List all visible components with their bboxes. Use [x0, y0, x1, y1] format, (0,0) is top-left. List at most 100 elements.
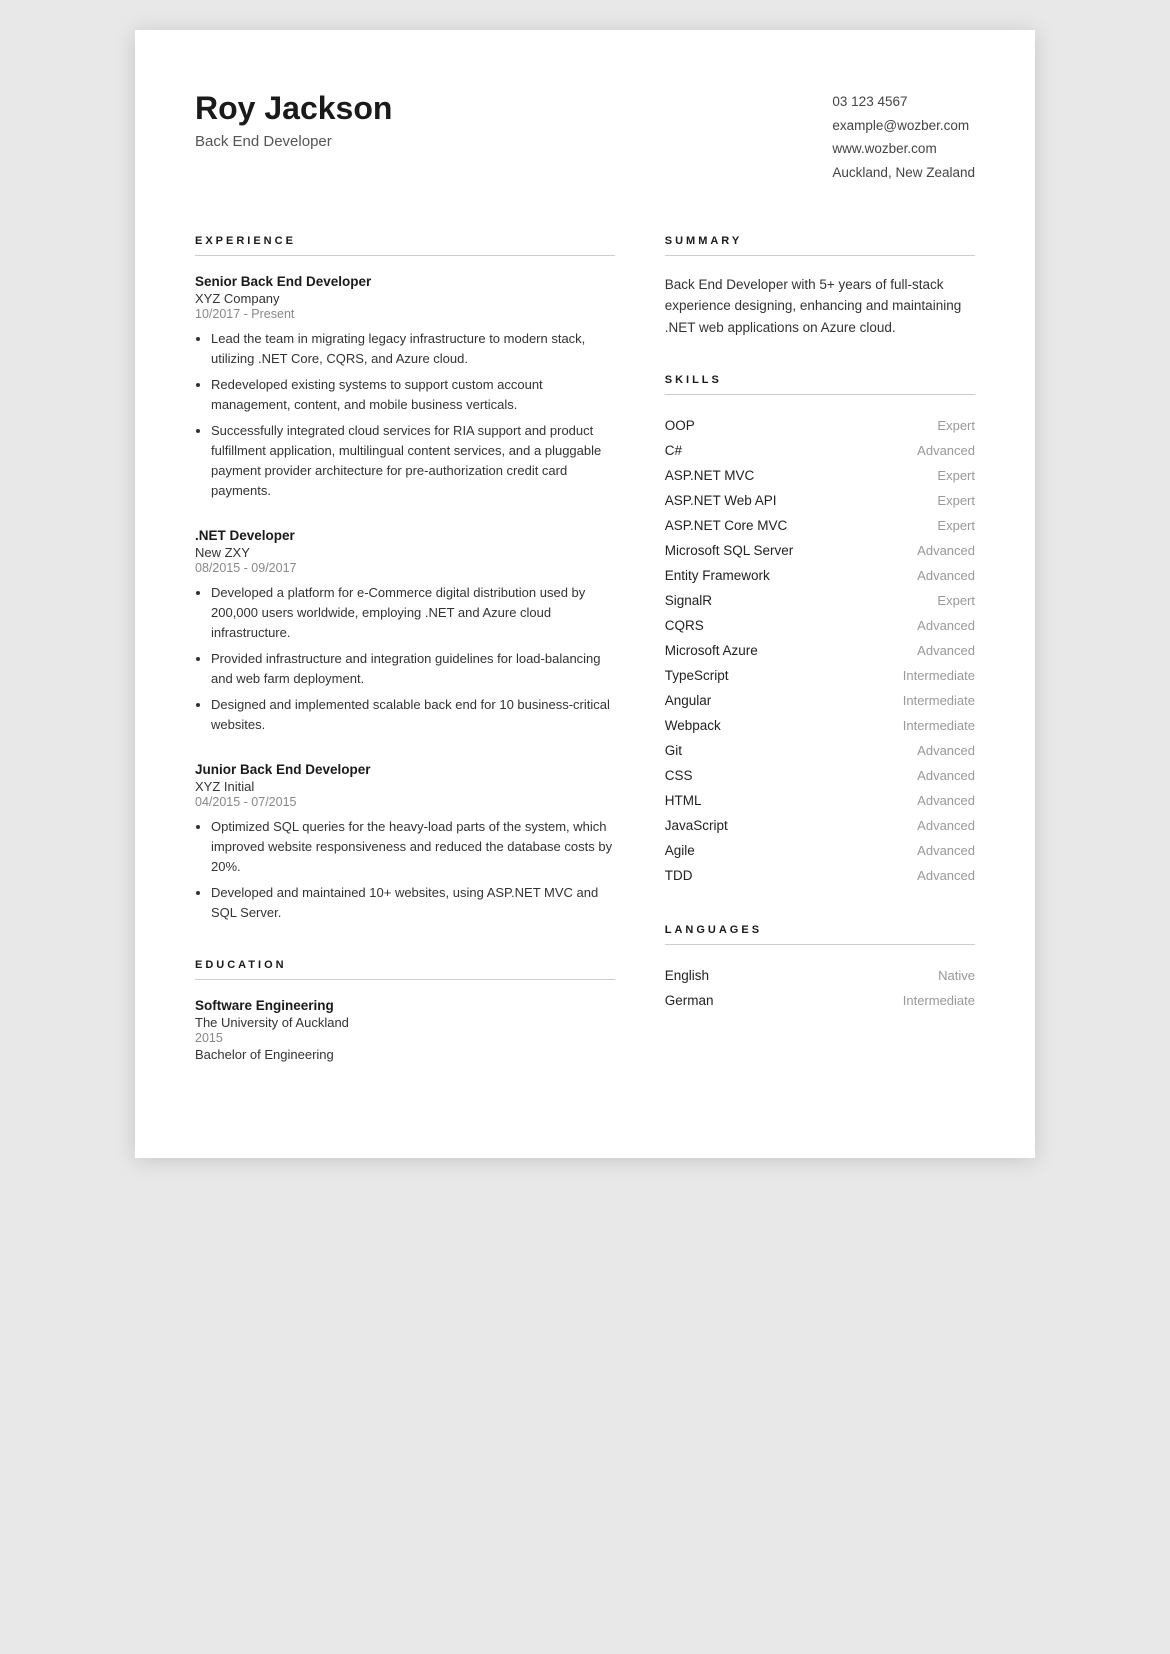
job-2: .NET Developer New ZXY 08/2015 - 09/2017…	[195, 528, 615, 736]
resume-header: Roy Jackson Back End Developer 03 123 45…	[195, 90, 975, 185]
skill-level-18: Advanced	[917, 868, 975, 883]
skill-name-2: ASP.NET MVC	[665, 468, 755, 483]
skill-name-15: HTML	[665, 793, 702, 808]
job-3-company: XYZ Initial	[195, 779, 615, 794]
job-2-bullet-3: Designed and implemented scalable back e…	[211, 695, 615, 735]
skill-level-0: Expert	[937, 418, 975, 433]
skill-row-2: ASP.NET MVC Expert	[665, 463, 975, 488]
skill-name-17: Agile	[665, 843, 695, 858]
job-1: Senior Back End Developer XYZ Company 10…	[195, 274, 615, 502]
skill-level-16: Advanced	[917, 818, 975, 833]
languages-section: LANGUAGES EnglishNativeGermanIntermediat…	[665, 924, 975, 1013]
candidate-name: Roy Jackson	[195, 90, 392, 127]
skills-divider	[665, 394, 975, 395]
job-2-bullets: Developed a platform for e-Commerce digi…	[195, 583, 615, 736]
languages-list: EnglishNativeGermanIntermediate	[665, 963, 975, 1013]
skill-row-9: Microsoft AzureAdvanced	[665, 638, 975, 663]
resume-document: Roy Jackson Back End Developer 03 123 45…	[135, 30, 1035, 1158]
job-3-dates: 04/2015 - 07/2015	[195, 795, 615, 809]
job-1-bullet-1: Lead the team in migrating legacy infras…	[211, 329, 615, 369]
skill-name-13: Git	[665, 743, 682, 758]
skill-name-18: TDD	[665, 868, 693, 883]
skill-level-10: Intermediate	[903, 668, 975, 683]
summary-section: SUMMARY Back End Developer with 5+ years…	[665, 235, 975, 339]
skill-row-13: Git Advanced	[665, 738, 975, 763]
skill-name-0: OOP	[665, 418, 695, 433]
skill-row-16: JavaScript Advanced	[665, 813, 975, 838]
summary-text: Back End Developer with 5+ years of full…	[665, 274, 975, 339]
header-left: Roy Jackson Back End Developer	[195, 90, 392, 150]
skill-name-4: ASP.NET Core MVC	[665, 518, 788, 533]
skills-section: SKILLS OOP Expert C# Advanced ASP.NET MVC Exp…	[665, 374, 975, 888]
skill-name-1: C#	[665, 443, 682, 458]
job-2-company: New ZXY	[195, 545, 615, 560]
lang-level-0: Native	[938, 968, 975, 983]
skill-level-3: Expert	[937, 493, 975, 508]
skill-name-12: Webpack	[665, 718, 721, 733]
edu-field: Bachelor of Engineering	[195, 1047, 615, 1062]
skill-level-11: Intermediate	[903, 693, 975, 708]
education-divider	[195, 979, 615, 980]
skill-level-14: Advanced	[917, 768, 975, 783]
skill-row-5: Microsoft SQL Server Advanced	[665, 538, 975, 563]
lang-row-0: EnglishNative	[665, 963, 975, 988]
skill-level-5: Advanced	[917, 543, 975, 558]
skill-row-0: OOP Expert	[665, 413, 975, 438]
job-3-bullets: Optimized SQL queries for the heavy-load…	[195, 817, 615, 924]
languages-section-title: LANGUAGES	[665, 924, 975, 936]
job-1-bullet-2: Redeveloped existing systems to support …	[211, 375, 615, 415]
skill-name-10: TypeScript	[665, 668, 729, 683]
skill-row-11: Angular Intermediate	[665, 688, 975, 713]
job-1-title: Senior Back End Developer	[195, 274, 615, 289]
contact-phone: 03 123 4567	[832, 90, 975, 114]
skill-row-12: Webpack Intermediate	[665, 713, 975, 738]
job-2-bullet-1: Developed a platform for e-Commerce digi…	[211, 583, 615, 643]
education-entry-1: Software Engineering The University of A…	[195, 998, 615, 1062]
skill-level-1: Advanced	[917, 443, 975, 458]
job-1-bullets: Lead the team in migrating legacy infras…	[195, 329, 615, 502]
experience-section-title: EXPERIENCE	[195, 235, 615, 247]
contact-email: example@wozber.com	[832, 114, 975, 138]
edu-year: 2015	[195, 1031, 615, 1045]
header-right: 03 123 4567 example@wozber.com www.wozbe…	[832, 90, 975, 185]
skill-name-5: Microsoft SQL Server	[665, 543, 794, 558]
skill-name-7: SignalR	[665, 593, 712, 608]
experience-section: EXPERIENCE Senior Back End Developer XYZ…	[195, 235, 615, 924]
job-1-company: XYZ Company	[195, 291, 615, 306]
lang-name-1: German	[665, 993, 714, 1008]
languages-divider	[665, 944, 975, 945]
skill-level-17: Advanced	[917, 843, 975, 858]
skill-level-13: Advanced	[917, 743, 975, 758]
right-column: SUMMARY Back End Developer with 5+ years…	[665, 235, 975, 1099]
skill-level-4: Expert	[937, 518, 975, 533]
candidate-title: Back End Developer	[195, 133, 392, 150]
education-section-title: EDUCATION	[195, 959, 615, 971]
job-3-bullet-2: Developed and maintained 10+ websites, u…	[211, 883, 615, 923]
experience-divider	[195, 255, 615, 256]
job-3-bullet-1: Optimized SQL queries for the heavy-load…	[211, 817, 615, 877]
skill-level-2: Expert	[937, 468, 975, 483]
lang-row-1: GermanIntermediate	[665, 988, 975, 1013]
skill-name-8: CQRS	[665, 618, 704, 633]
contact-website: www.wozber.com	[832, 137, 975, 161]
skill-row-6: Entity FrameworkAdvanced	[665, 563, 975, 588]
job-2-title: .NET Developer	[195, 528, 615, 543]
skills-section-title: SKILLS	[665, 374, 975, 386]
skill-row-10: TypeScript Intermediate	[665, 663, 975, 688]
job-2-bullet-2: Provided infrastructure and integration …	[211, 649, 615, 689]
skills-list: OOPExpertC#AdvancedASP.NET MVCExpertASP.…	[665, 413, 975, 888]
skill-level-15: Advanced	[917, 793, 975, 808]
main-content: EXPERIENCE Senior Back End Developer XYZ…	[195, 235, 975, 1099]
skill-name-16: JavaScript	[665, 818, 728, 833]
skill-name-9: Microsoft Azure	[665, 643, 758, 658]
job-1-bullet-3: Successfully integrated cloud services f…	[211, 421, 615, 502]
skill-row-14: CSSAdvanced	[665, 763, 975, 788]
edu-degree: Software Engineering	[195, 998, 615, 1013]
skill-level-6: Advanced	[917, 568, 975, 583]
edu-school: The University of Auckland	[195, 1015, 615, 1030]
skill-level-12: Intermediate	[903, 718, 975, 733]
education-section: EDUCATION Software Engineering The Unive…	[195, 959, 615, 1062]
skill-name-11: Angular	[665, 693, 712, 708]
left-column: EXPERIENCE Senior Back End Developer XYZ…	[195, 235, 615, 1099]
skill-row-7: SignalRExpert	[665, 588, 975, 613]
